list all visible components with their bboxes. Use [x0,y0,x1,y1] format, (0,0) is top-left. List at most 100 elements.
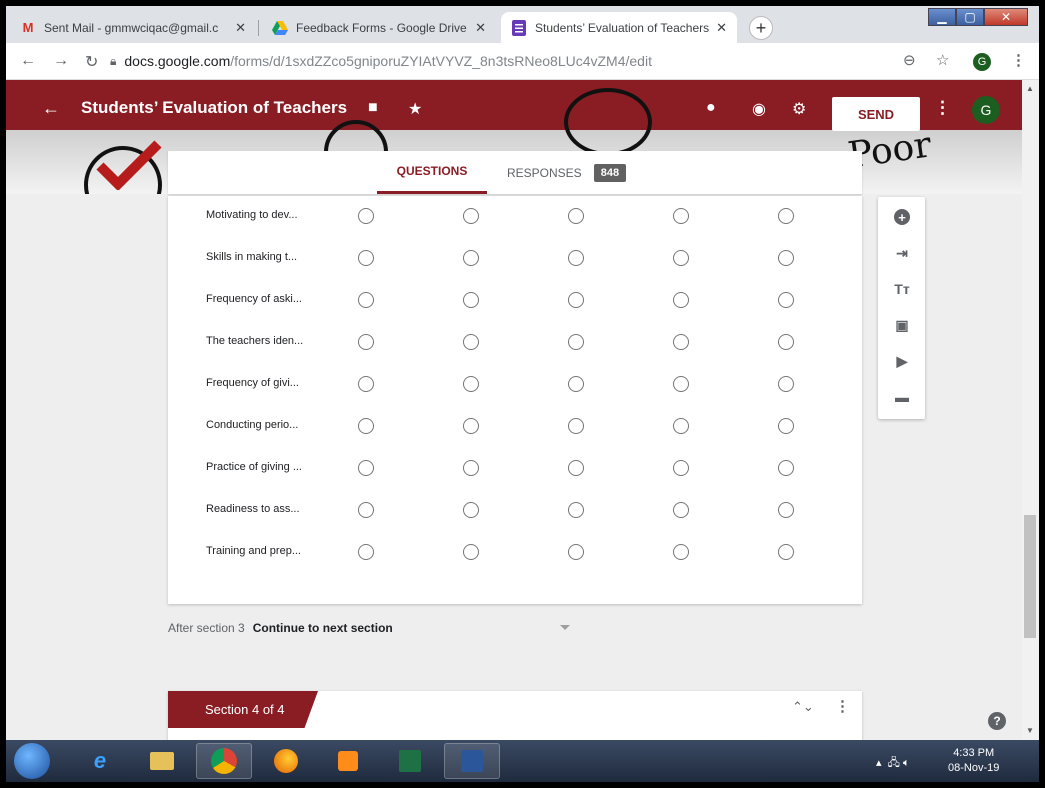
radio-button[interactable] [778,544,794,560]
radio-button[interactable] [463,376,479,392]
section-more-icon[interactable]: ⋮ [835,697,850,715]
radio-button[interactable] [358,292,374,308]
radio-button[interactable] [568,460,584,476]
radio-button[interactable] [673,460,689,476]
forward-arrow-icon[interactable]: → [53,52,69,70]
radio-button[interactable] [778,418,794,434]
after-section-control[interactable]: After section 3 Continue to next section [168,621,393,635]
radio-button[interactable] [463,250,479,266]
radio-button[interactable] [568,250,584,266]
clock[interactable]: 4:33 PM 08-Nov-19 [948,746,999,776]
reload-icon[interactable]: ↻ [85,52,98,72]
minimize-icon[interactable]: ▁ [928,8,956,26]
close-window-icon[interactable]: ✕ [984,8,1028,26]
close-icon[interactable]: ✕ [475,20,486,36]
radio-button[interactable] [358,250,374,266]
radio-button[interactable] [673,334,689,350]
folder-icon[interactable]: ■ [368,99,378,117]
tab-gmail[interactable]: M Sent Mail - gmmwciqac@gmail.c ✕ [10,12,256,43]
internet-explorer-icon[interactable]: e [72,743,128,779]
new-tab-button[interactable]: + [749,16,773,40]
radio-button[interactable] [673,418,689,434]
word-icon[interactable] [444,743,500,779]
radio-button[interactable] [673,376,689,392]
close-icon[interactable]: ✕ [235,20,246,36]
image-icon[interactable]: ▣ [892,315,912,335]
excel-icon[interactable] [382,743,438,779]
tab-forms[interactable]: Students’ Evaluation of Teachers ✕ [501,12,737,43]
scroll-down-icon[interactable]: ▼ [1026,726,1034,735]
star-icon[interactable]: ☆ [936,51,949,69]
tab-responses[interactable]: RESPONSES 848 [507,151,627,194]
media-player-icon[interactable] [320,743,376,779]
zoom-icon[interactable]: ⊖ [903,51,916,69]
start-button[interactable] [14,743,50,779]
radio-button[interactable] [568,208,584,224]
radio-button[interactable] [673,544,689,560]
radio-button[interactable] [568,292,584,308]
form-title[interactable]: Students’ Evaluation of Teachers [81,98,347,118]
url-field[interactable]: 🔒︎ docs.google.com/forms/d/1sxdZZco5gnip… [110,48,940,74]
radio-button[interactable] [673,292,689,308]
file-explorer-icon[interactable] [134,743,190,779]
radio-button[interactable] [358,418,374,434]
palette-icon[interactable]: ● [706,99,716,117]
radio-button[interactable] [358,376,374,392]
radio-button[interactable] [673,502,689,518]
preview-eye-icon[interactable]: ◉ [752,99,766,119]
send-button[interactable]: SEND [832,97,920,131]
scroll-thumb[interactable] [1024,515,1036,638]
chrome-icon[interactable] [196,743,252,779]
radio-button[interactable] [358,208,374,224]
radio-button[interactable] [778,502,794,518]
tab-questions[interactable]: QUESTIONS [377,151,487,194]
radio-button[interactable] [568,334,584,350]
radio-button[interactable] [673,208,689,224]
radio-button[interactable] [358,460,374,476]
back-arrow-icon[interactable]: ← [20,52,36,70]
add-question-icon[interactable]: + [892,207,912,227]
tab-drive[interactable]: Feedback Forms - Google Drive ✕ [262,12,496,43]
page-scrollbar[interactable]: ▲ ▼ [1022,80,1039,740]
radio-button[interactable] [358,502,374,518]
radio-button[interactable] [778,334,794,350]
more-options-icon[interactable]: ⋮ [934,98,951,118]
back-arrow-icon[interactable]: ← [42,98,60,119]
profile-avatar[interactable]: G [973,53,991,71]
radio-button[interactable] [673,250,689,266]
gear-icon[interactable]: ⚙ [792,99,806,119]
radio-button[interactable] [568,376,584,392]
dropdown-caret-icon[interactable] [560,625,570,630]
star-icon[interactable]: ★ [408,99,422,119]
menu-dots-icon[interactable]: ⋮ [1011,51,1026,69]
close-icon[interactable]: ✕ [716,20,727,36]
firefox-icon[interactable] [258,743,314,779]
add-section-icon[interactable]: ▬ [892,387,912,407]
radio-button[interactable] [463,502,479,518]
radio-button[interactable] [778,376,794,392]
radio-button[interactable] [463,208,479,224]
radio-button[interactable] [463,418,479,434]
system-tray[interactable]: ▴ 🖧︎ 🔈︎ [876,754,910,773]
radio-button[interactable] [568,544,584,560]
radio-button[interactable] [463,544,479,560]
help-icon[interactable]: ? [988,712,1006,730]
radio-button[interactable] [778,208,794,224]
import-questions-icon[interactable]: ⇥ [892,243,912,263]
radio-button[interactable] [778,250,794,266]
radio-button[interactable] [568,502,584,518]
radio-button[interactable] [358,544,374,560]
scroll-up-icon[interactable]: ▲ [1026,84,1034,93]
maximize-icon[interactable]: ▢ [956,8,984,26]
radio-button[interactable] [778,292,794,308]
radio-button[interactable] [463,334,479,350]
title-text-icon[interactable]: Tт [892,279,912,299]
radio-button[interactable] [778,460,794,476]
collapse-icon[interactable]: ⌃⌄ [792,699,814,715]
video-icon[interactable]: ▶ [892,351,912,371]
radio-button[interactable] [463,460,479,476]
radio-button[interactable] [568,418,584,434]
account-avatar[interactable]: G [972,96,1000,124]
radio-button[interactable] [358,334,374,350]
radio-button[interactable] [463,292,479,308]
